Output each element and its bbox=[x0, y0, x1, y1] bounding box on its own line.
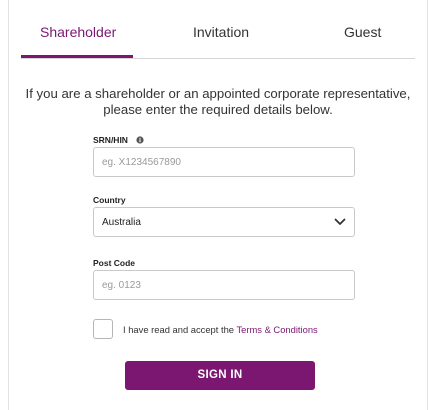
terms-checkbox[interactable] bbox=[93, 319, 113, 339]
login-panel: Shareholder Invitation Guest If you are … bbox=[8, 0, 428, 410]
country-label: Country bbox=[93, 195, 126, 205]
tab-shareholder[interactable]: Shareholder bbox=[40, 24, 116, 40]
info-icon[interactable] bbox=[136, 136, 144, 144]
tab-guest[interactable]: Guest bbox=[344, 24, 381, 40]
intro-line-2: please enter the required details below. bbox=[103, 102, 333, 117]
srn-label-text: SRN/HIN bbox=[93, 135, 128, 145]
country-value: Australia bbox=[102, 217, 141, 228]
intro-text: If you are a shareholder or an appointed… bbox=[9, 86, 427, 118]
terms-prefix: I have read and accept the bbox=[123, 324, 237, 335]
postcode-label: Post Code bbox=[93, 258, 136, 268]
postcode-input[interactable] bbox=[93, 270, 355, 300]
tab-bar: Shareholder Invitation Guest bbox=[9, 0, 427, 58]
tab-divider bbox=[21, 58, 415, 59]
country-select[interactable]: Australia bbox=[93, 207, 355, 237]
sign-in-button[interactable]: SIGN IN bbox=[125, 361, 315, 390]
chevron-down-icon bbox=[334, 218, 346, 225]
terms-text: I have read and accept the Terms & Condi… bbox=[123, 324, 318, 335]
tab-invitation[interactable]: Invitation bbox=[193, 24, 249, 40]
srn-input[interactable] bbox=[93, 147, 355, 177]
srn-label: SRN/HIN bbox=[93, 135, 144, 145]
intro-line-1: If you are a shareholder or an appointed… bbox=[25, 86, 411, 101]
terms-link[interactable]: Terms & Conditions bbox=[236, 324, 317, 335]
